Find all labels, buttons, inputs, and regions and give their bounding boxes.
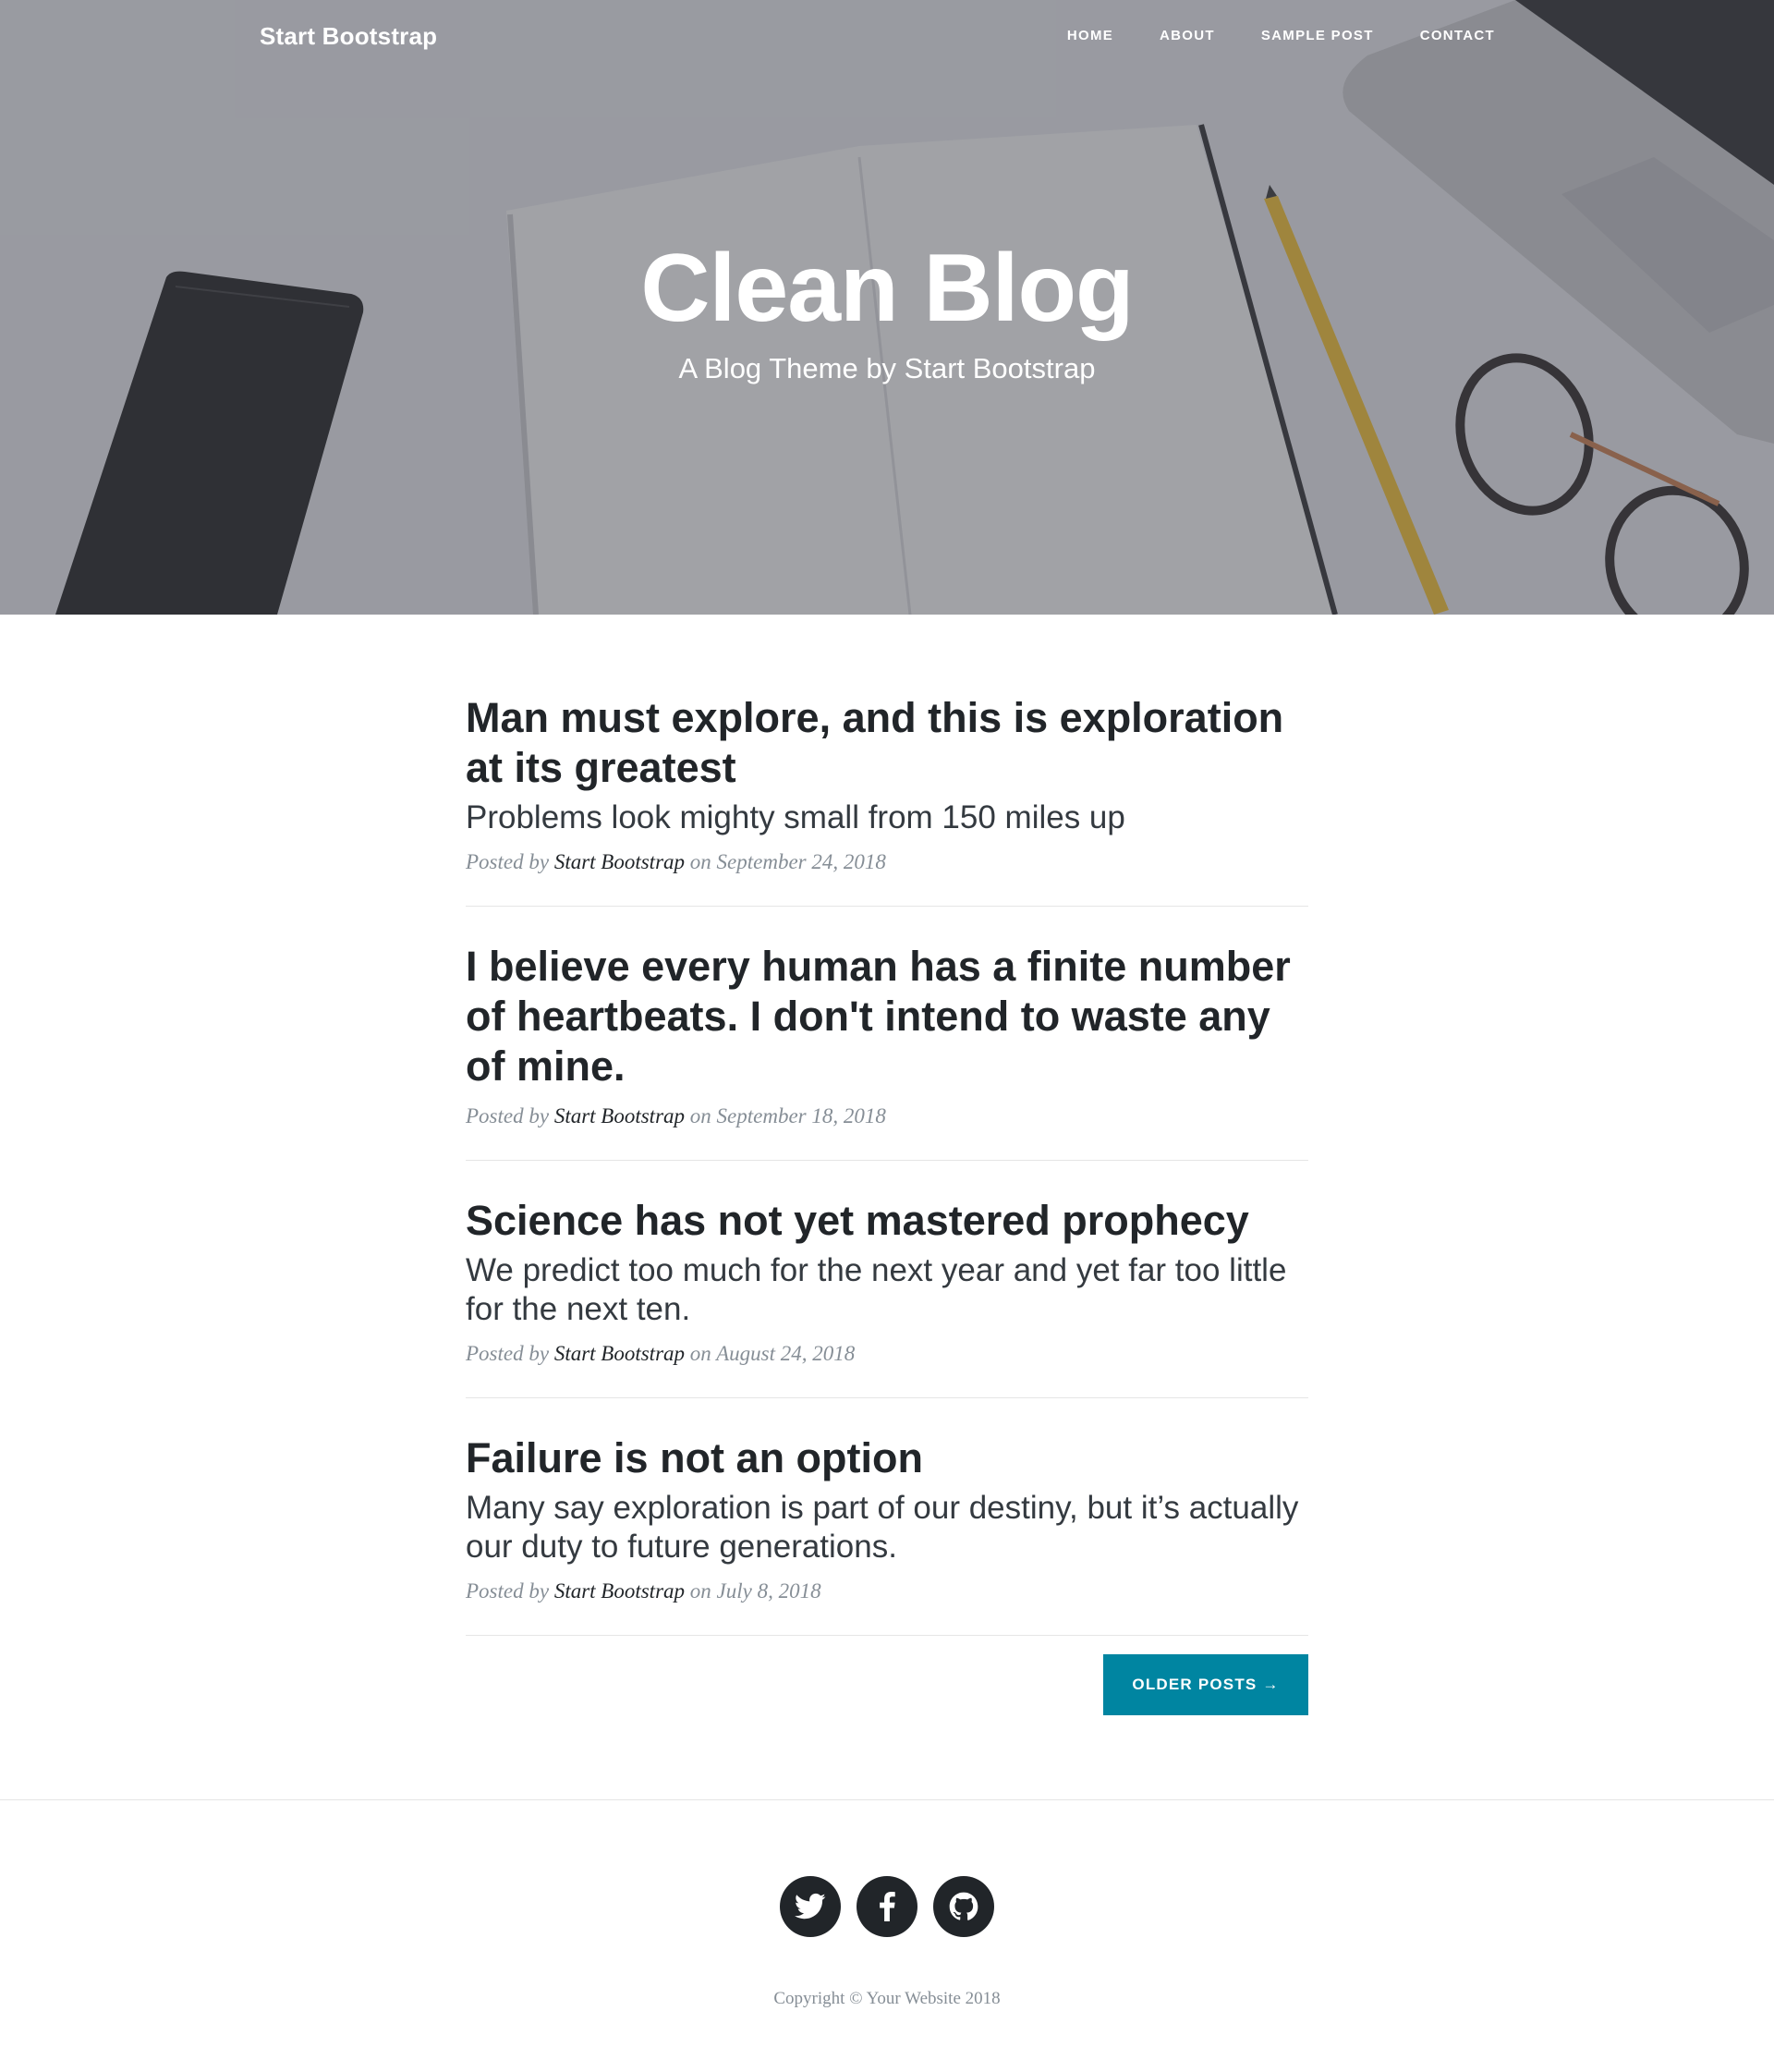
pager: Older Posts → [466, 1654, 1308, 1719]
post-meta-on: on [689, 1342, 711, 1365]
hero-title: Clean Blog [640, 235, 1134, 342]
nav-item-about: About [1136, 28, 1238, 43]
nav-link-sample-post[interactable]: Sample Post [1238, 28, 1397, 43]
github-icon [949, 1892, 978, 1920]
nav-link-about[interactable]: About [1136, 28, 1238, 43]
nav-link-contact[interactable]: Contact [1397, 28, 1495, 43]
github-link[interactable] [933, 1876, 994, 1937]
twitter-link[interactable] [780, 1876, 841, 1937]
post-date: August 24, 2018 [716, 1342, 856, 1365]
nav-link-home[interactable]: Home [1044, 28, 1136, 43]
older-posts-button[interactable]: Older Posts → [1103, 1654, 1308, 1715]
brand-link[interactable]: Start Bootstrap [260, 22, 437, 51]
post-preview: Man must explore, and this is exploratio… [466, 693, 1308, 907]
post-list: Man must explore, and this is exploratio… [466, 693, 1308, 1719]
twitter-icon [795, 1893, 826, 1920]
post-meta-prefix: Posted by [466, 850, 550, 873]
nav-item-sample-post: Sample Post [1238, 28, 1397, 43]
post-meta: Posted by Start Bootstrap on September 2… [466, 850, 1308, 874]
post-subtitle: Problems look mighty small from 150 mile… [466, 799, 1125, 835]
post-author-link[interactable]: Start Bootstrap [554, 1342, 685, 1365]
post-meta: Posted by Start Bootstrap on September 1… [466, 1104, 1308, 1128]
facebook-icon [880, 1892, 895, 1921]
post-meta-prefix: Posted by [466, 1342, 550, 1365]
post-title-link[interactable]: Man must explore, and this is exploratio… [466, 693, 1308, 793]
post-preview: I believe every human has a finite numbe… [466, 942, 1308, 1161]
post-meta-on: on [689, 1104, 711, 1127]
nav-links: Home About Sample Post Contact [1044, 28, 1495, 43]
hero-subtitle: A Blog Theme by Start Bootstrap [678, 351, 1096, 384]
post-title-link[interactable]: Science has not yet mastered prophecy [466, 1196, 1308, 1246]
footer-divider [0, 1799, 1774, 1800]
post-date: September 18, 2018 [716, 1104, 886, 1127]
post-meta-prefix: Posted by [466, 1579, 550, 1603]
post-preview: Science has not yet mastered prophecy We… [466, 1196, 1308, 1398]
hero-heading: Clean Blog A Blog Theme by Start Bootstr… [0, 231, 1774, 385]
post-date: September 24, 2018 [716, 850, 886, 873]
social-links [0, 1876, 1774, 1937]
post-subtitle: We predict too much for the next year an… [466, 1252, 1287, 1327]
masthead: Start Bootstrap Home About Sample Post C… [0, 0, 1774, 615]
post-meta-prefix: Posted by [466, 1104, 550, 1127]
copyright-text: Copyright © Your Website 2018 [773, 1989, 1001, 2008]
post-subtitle: Many say exploration is part of our dest… [466, 1490, 1299, 1565]
post-meta-on: on [689, 850, 711, 873]
post-meta: Posted by Start Bootstrap on July 8, 201… [466, 1579, 1308, 1603]
post-preview: Failure is not an option Many say explor… [466, 1433, 1308, 1636]
post-author-link[interactable]: Start Bootstrap [554, 1104, 685, 1127]
post-meta: Posted by Start Bootstrap on August 24, … [466, 1342, 1308, 1366]
nav-item-contact: Contact [1397, 28, 1495, 43]
navbar: Start Bootstrap Home About Sample Post C… [0, 0, 1774, 78]
nav-item-home: Home [1044, 28, 1136, 43]
post-title-link[interactable]: Failure is not an option [466, 1433, 1308, 1483]
facebook-link[interactable] [857, 1876, 917, 1937]
post-title-link[interactable]: I believe every human has a finite numbe… [466, 942, 1308, 1091]
post-author-link[interactable]: Start Bootstrap [554, 850, 685, 873]
post-author-link[interactable]: Start Bootstrap [554, 1579, 685, 1603]
post-meta-on: on [689, 1579, 711, 1603]
post-date: July 8, 2018 [716, 1579, 821, 1603]
